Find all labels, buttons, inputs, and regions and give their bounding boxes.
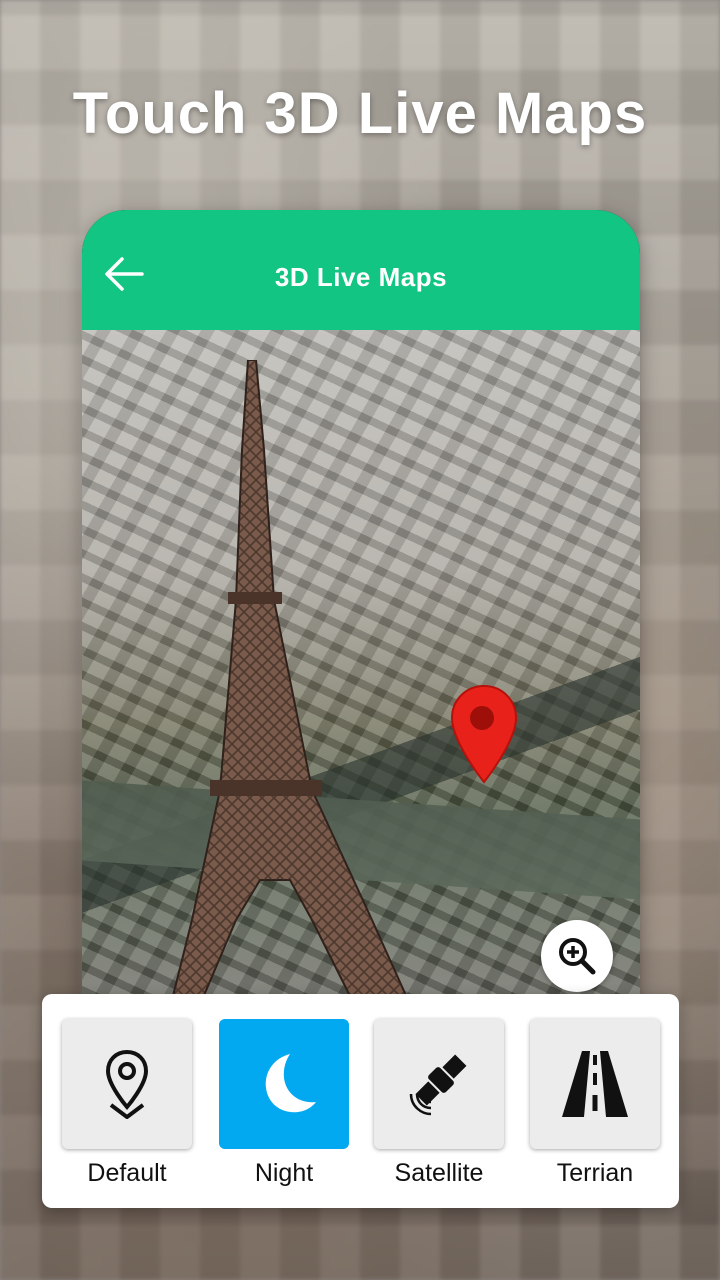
mode-night-label: Night [254, 1159, 314, 1187]
phone-frame: 3D Live Maps [82, 210, 640, 1010]
mode-terrain-label: Terrian [556, 1159, 634, 1187]
mode-satellite[interactable]: Satellite [374, 1019, 504, 1209]
mode-night-tile[interactable] [219, 1019, 349, 1149]
location-pin-icon [105, 1049, 149, 1119]
zoom-in-icon [559, 938, 596, 975]
mode-default-label: Default [87, 1159, 167, 1187]
mode-satellite-tile[interactable] [374, 1019, 504, 1149]
satellite-icon [409, 1054, 467, 1116]
map-mode-panel: Default Night Satellite Terrian [42, 994, 679, 1208]
zoom-in-button[interactable] [541, 920, 613, 992]
mode-default[interactable]: Default [62, 1019, 192, 1209]
app-bar: 3D Live Maps [82, 210, 640, 330]
promo-headline: Touch 3D Live Maps [72, 81, 648, 146]
location-marker-icon[interactable] [448, 682, 520, 786]
road-icon [562, 1051, 628, 1117]
mode-satellite-label: Satellite [394, 1159, 484, 1187]
mode-terrain[interactable]: Terrian [530, 1019, 660, 1209]
moon-icon [265, 1054, 316, 1113]
mode-default-tile[interactable] [62, 1019, 192, 1149]
mode-terrain-tile[interactable] [530, 1019, 660, 1149]
eiffel-tower-image [172, 360, 410, 1000]
mode-night[interactable]: Night [219, 1019, 349, 1209]
app-title: 3D Live Maps [274, 262, 448, 292]
map-view[interactable]: 3D [82, 330, 640, 1010]
